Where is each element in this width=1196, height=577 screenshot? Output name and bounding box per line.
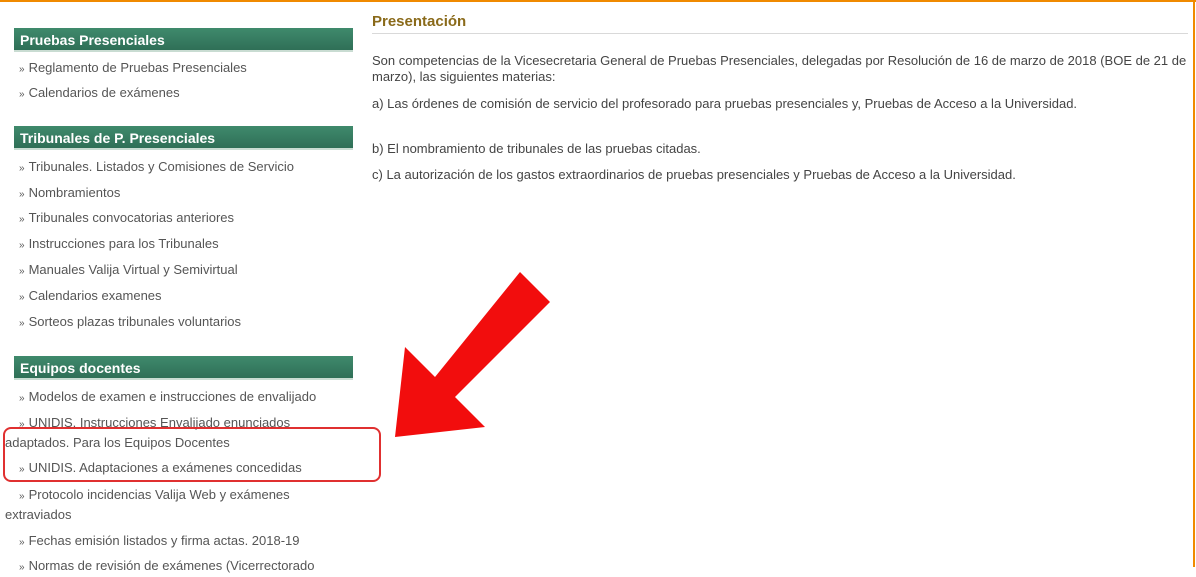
main-content: Presentación Son competencias de la Vice… [370,0,1190,567]
bullet-icon: » [19,189,25,200]
section-header-equipos-docentes: Equipos docentes [14,356,353,380]
bullet-icon: » [19,318,25,329]
bullet-icon: » [19,266,25,277]
bullet-icon: » [19,393,25,404]
page-title: Presentación [372,13,467,30]
sidebar-link-calendarios-examenes[interactable]: » Calendarios de exámenes [19,84,354,104]
sidebar-link-protocolo-incidencias[interactable]: » Protocolo incidencias Valija Web y exám… [5,486,350,524]
bullet-icon: » [19,240,25,251]
bullet-icon: » [19,537,25,548]
sidebar-link-nombramientos[interactable]: » Nombramientos [19,184,354,204]
sidebar-link-reglamento[interactable]: » Reglamento de Pruebas Presenciales [19,59,354,79]
section-header-tribunales: Tribunales de P. Presenciales [14,126,353,150]
highlight-box [3,427,381,482]
title-divider [372,33,1188,34]
bullet-icon: » [19,89,25,100]
sidebar-link-fechas-emision[interactable]: » Fechas emisión listados y firma actas. … [19,532,354,552]
sidebar-link-convocatorias-anteriores[interactable]: » Tribunales convocatorias anteriores [19,209,354,229]
sidebar-link-instrucciones-tribunales[interactable]: » Instrucciones para los Tribunales [19,235,354,255]
sidebar-link-normas-revision[interactable]: » Normas de revisión de exámenes (Vicerre… [19,557,354,577]
bullet-icon: » [19,214,25,225]
sidebar-link-calendarios-examenes-2[interactable]: » Calendarios examenes [19,287,354,307]
sidebar-link-modelos-examen[interactable]: » Modelos de examen e instrucciones de en… [19,388,354,408]
item-b-paragraph: b) El nombramiento de tribunales de las … [372,141,701,156]
item-c-paragraph: c) La autorización de los gastos extraor… [372,167,1016,182]
section-header-pruebas-presenciales: Pruebas Presenciales [14,28,353,52]
bullet-icon: » [19,292,25,303]
right-orange-rule [1193,0,1195,567]
bullet-icon: » [19,163,25,174]
item-a-paragraph: a) Las órdenes de comisión de servicio d… [372,96,1078,111]
sidebar-link-manuales-valija[interactable]: » Manuales Valija Virtual y Semivirtual [19,261,354,281]
bullet-icon: » [19,64,25,75]
bullet-icon: » [19,491,25,502]
sidebar-link-sorteos-plazas[interactable]: » Sorteos plazas tribunales voluntarios [19,313,354,333]
bullet-icon: » [19,562,25,573]
sidebar-link-tribunales-listados[interactable]: » Tribunales. Listados y Comisiones de Se… [19,158,354,178]
intro-paragraph: Son competencias de la Vicesecretaria Ge… [372,53,1187,84]
